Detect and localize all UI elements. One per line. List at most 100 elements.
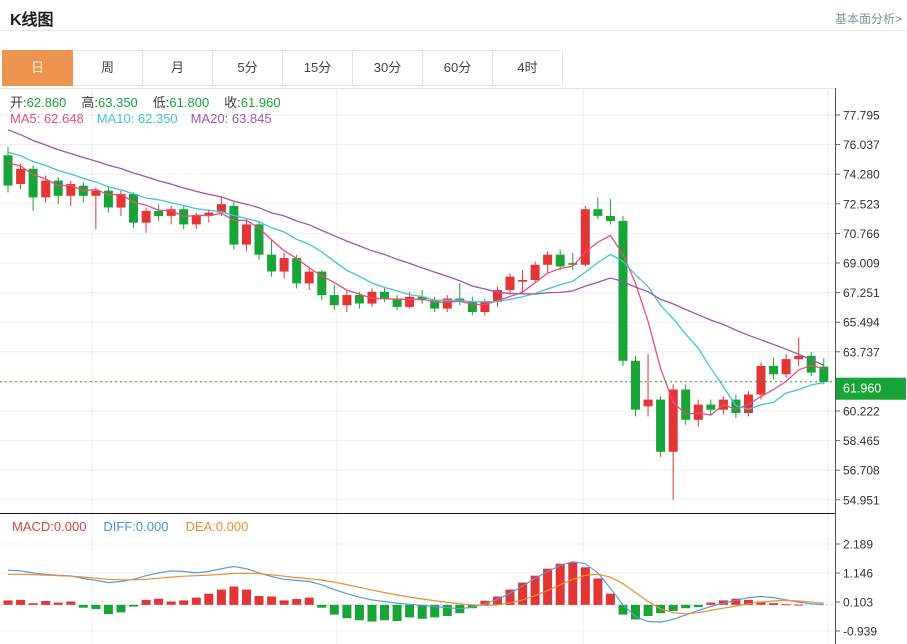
ohlc-value-0: 62.860: [27, 95, 67, 110]
y-axis-label: 63.737: [843, 345, 880, 359]
candle-body: [531, 265, 540, 280]
macd-bar: [154, 599, 163, 605]
candlestick-series: [4, 147, 829, 500]
macd-bar: [142, 600, 151, 605]
macd-bar: [104, 605, 113, 614]
ohlc-value-1: 63.350: [98, 95, 138, 110]
macd-bar: [54, 603, 63, 605]
macd-bar: [204, 594, 213, 605]
macd-bar: [242, 590, 251, 605]
current-price-badge-text: 61.960: [843, 382, 881, 396]
macd-bar: [280, 600, 289, 604]
ma5-line: [8, 163, 824, 415]
tab-30分[interactable]: 30分: [353, 50, 423, 86]
candle-body: [292, 258, 301, 283]
candle-body: [142, 211, 151, 223]
dea-line: [8, 573, 824, 614]
macd-bar: [66, 602, 75, 605]
y-axis-label: 54.951: [843, 493, 880, 507]
macd-bar: [543, 569, 552, 605]
macd-legend-item-1: DIFF:0.000: [103, 519, 168, 534]
y-axis-label: 72.523: [843, 197, 880, 211]
macd-bar: [255, 596, 264, 605]
macd-bar: [368, 605, 377, 622]
macd-bar: [217, 590, 226, 605]
macd-bar: [782, 604, 791, 605]
tab-日[interactable]: 日: [2, 50, 73, 86]
y-axis-label: 69.009: [843, 257, 880, 271]
ohlc-value-3: 61.960: [241, 95, 281, 110]
candle-body: [694, 405, 703, 420]
ma-legend: MA5: 62.648MA10: 62.350MA20: 63.845: [10, 111, 285, 126]
macd-bar: [606, 594, 615, 605]
candle-body: [543, 255, 552, 265]
y-axis-label: 74.280: [843, 168, 880, 182]
macd-bar: [29, 603, 38, 605]
macd-bar: [581, 567, 590, 605]
tab-周[interactable]: 周: [73, 50, 143, 86]
macd-legend-item-0: MACD:0.000: [12, 519, 86, 534]
macd-bar: [41, 601, 50, 605]
candle-body: [506, 277, 515, 291]
macd-bar: [644, 605, 653, 616]
macd-bar: [16, 600, 25, 605]
tab-60分[interactable]: 60分: [423, 50, 493, 86]
ohlc-value-2: 61.800: [169, 95, 209, 110]
candle-body: [556, 255, 565, 267]
candle-body: [129, 194, 138, 223]
candle-body: [229, 206, 238, 245]
macd-bar: [405, 605, 414, 618]
macd-legend: MACD:0.000 DIFF:0.000 DEA:0.000: [12, 519, 265, 534]
candle-body: [405, 297, 414, 307]
macd-bar: [229, 587, 238, 605]
candle-body: [16, 169, 25, 184]
macd-y-axis-label: 0.103: [843, 596, 873, 610]
candle-body: [342, 295, 351, 305]
macd-y-axis-label: -0.939: [843, 625, 877, 639]
tab-15分[interactable]: 15分: [283, 50, 353, 86]
diff-line: [8, 562, 824, 622]
macd-bar: [179, 600, 188, 604]
candle-body: [380, 292, 389, 299]
macd-bar: [192, 598, 201, 605]
macd-bar: [380, 605, 389, 620]
macd-bar: [418, 605, 427, 619]
y-axis-label: 70.766: [843, 227, 880, 241]
candle-body: [631, 361, 640, 410]
tab-4时[interactable]: 4时: [493, 50, 563, 86]
y-axis-label: 67.251: [843, 286, 880, 300]
ma20-line: [8, 130, 824, 366]
candle-body: [769, 366, 778, 374]
candle-body: [757, 366, 766, 395]
macd-bar: [167, 602, 176, 605]
candle-body: [681, 390, 690, 420]
ma-legend-item-0: MA5: 62.648: [10, 111, 84, 126]
y-axis-label: 58.465: [843, 434, 880, 448]
macd-bar: [342, 605, 351, 618]
kline-app: K线图 基本面分析> 日周月5分15分30分60分4时 77.79576.037…: [0, 0, 907, 644]
macd-bar: [794, 605, 803, 606]
candle-body: [619, 221, 628, 361]
macd-bar: [593, 579, 602, 605]
macd-bar: [117, 605, 126, 613]
fundamental-analysis-link[interactable]: 基本面分析>: [835, 10, 902, 27]
tab-5分[interactable]: 5分: [213, 50, 283, 86]
macd-legend-item-2: DEA:0.000: [185, 519, 248, 534]
candle-body: [782, 359, 791, 374]
ohlc-label-0: 开:: [10, 95, 27, 110]
tab-月[interactable]: 月: [143, 50, 213, 86]
candle-body: [706, 405, 715, 410]
candle-body: [280, 258, 289, 272]
ma-legend-item-2: MA20: 63.845: [191, 111, 272, 126]
macd-bar: [443, 605, 452, 616]
candle-body: [606, 216, 615, 221]
macd-bar: [91, 605, 100, 609]
macd-bar: [129, 605, 138, 607]
main-candlestick-chart[interactable]: 77.79576.03774.28072.52370.76669.00967.2…: [0, 88, 907, 513]
macd-bar: [706, 603, 715, 605]
ma10-line: [8, 152, 824, 409]
candle-body: [192, 216, 201, 224]
candle-body: [593, 209, 602, 216]
candle-body: [267, 255, 276, 272]
candle-body: [330, 295, 339, 305]
